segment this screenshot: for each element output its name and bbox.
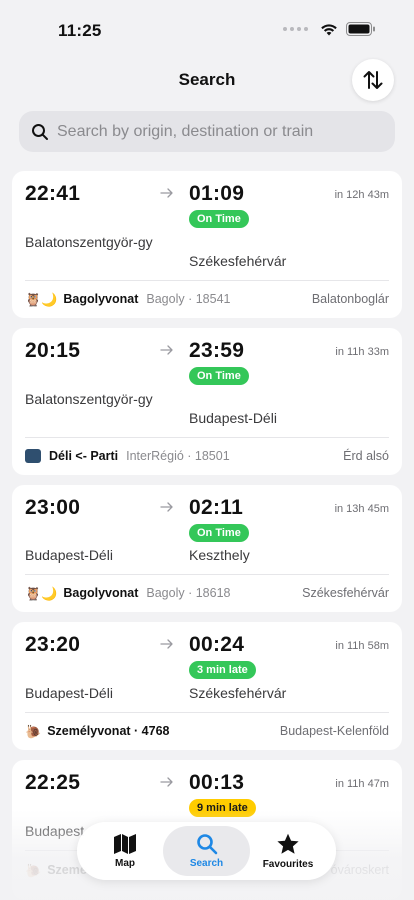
status-time: 11:25: [58, 21, 102, 40]
search-icon: [32, 123, 48, 140]
train-destination: óvároskert: [330, 863, 389, 877]
arrival-time: 00:13: [189, 771, 245, 794]
owl-moon-icon: 🦉🌙: [25, 585, 58, 601]
divider: [25, 437, 389, 438]
train-destination: Balatonboglár: [311, 292, 389, 306]
eta-label: in 12h 43m: [334, 189, 389, 201]
tab-label: Favourites: [262, 858, 314, 870]
train-number: Bagoly · 18618: [146, 586, 231, 600]
train-info: 🦉🌙 Bagolyvonat Bagoly · 18541 Balatonbog…: [25, 289, 389, 309]
train-destination: Érd alsó: [343, 449, 389, 463]
train-name: Déli <- Parti: [49, 449, 119, 463]
status-bar: 11:25: [0, 0, 414, 60]
tab-label: Map: [115, 858, 135, 869]
train-destination: Székesfehérvár: [302, 586, 389, 600]
arrival-time: 00:24: [189, 633, 245, 656]
departure-time: 20:15: [25, 339, 81, 362]
status-badge: On Time: [189, 210, 249, 228]
origin-station: Balatonszentgyör-gy: [25, 234, 153, 250]
arrow-right-icon: [160, 639, 173, 649]
arrow-right-icon: [160, 502, 173, 512]
tab-bar: Map Search Favourites: [77, 822, 336, 880]
train-info: 🐌 Személyvonat · 4768 Budapest-Kelenföld: [25, 721, 389, 741]
train-number: InterRégió · 18501: [126, 449, 230, 463]
destination-station: Székesfehérvár: [189, 253, 287, 269]
tab-label: Search: [189, 858, 224, 869]
eta-label: in 11h 58m: [335, 640, 389, 652]
snail-icon: 🐌: [25, 862, 42, 878]
arrow-right-icon: [160, 777, 173, 787]
destination-station: Budapest-Déli: [189, 410, 277, 426]
owl-moon-icon: 🦉🌙: [25, 291, 58, 307]
swap-direction-button[interactable]: [352, 59, 394, 101]
signal-dots-icon: [283, 27, 308, 31]
origin-station: Balatonszentgyör-gy: [25, 391, 153, 407]
arrow-right-icon: [160, 345, 173, 355]
search-icon: [196, 834, 217, 855]
destination-station: Keszthely: [189, 547, 250, 563]
eta-label: in 11h 33m: [335, 346, 389, 358]
train-name: Bagolyvonat: [63, 292, 139, 306]
tab-favourites[interactable]: Favourites: [250, 826, 326, 876]
connection-card[interactable]: 23:20 00:24 in 11h 58m 3 min late Budape…: [12, 622, 402, 750]
status-badge: On Time: [189, 524, 249, 542]
train-number: Bagoly · 18541: [146, 292, 231, 306]
departure-time: 23:20: [25, 633, 81, 656]
tab-map[interactable]: Map: [87, 826, 163, 876]
arrow-right-icon: [160, 188, 173, 198]
arrival-time: 02:11: [189, 496, 244, 519]
star-icon: [277, 833, 299, 854]
train-name: Bagolyvonat: [63, 586, 139, 600]
arrival-time: 23:59: [189, 339, 245, 362]
map-icon: [114, 834, 136, 854]
train-name: Személyvonat · 4768: [47, 724, 170, 738]
train-info: 🦉🌙 Bagolyvonat Bagoly · 18618 Székesfehé…: [25, 583, 389, 603]
swap-arrows-icon: [363, 71, 383, 89]
wifi-icon: [321, 23, 337, 35]
connection-card[interactable]: 23:00 02:11 in 13h 45m On Time Budapest-…: [12, 485, 402, 612]
intercity-train-icon: [25, 449, 41, 463]
connection-card[interactable]: 22:41 01:09 in 12h 43m On Time Balatonsz…: [12, 171, 402, 318]
search-input[interactable]: [57, 122, 377, 141]
origin-station: Budapest-Déli: [25, 685, 113, 701]
tab-search[interactable]: Search: [163, 826, 250, 876]
arrival-time: 01:09: [189, 182, 245, 205]
train-info: Déli <- Parti InterRégió · 18501 Érd als…: [25, 446, 389, 466]
eta-label: in 11h 47m: [335, 778, 389, 790]
departure-time: 23:00: [25, 496, 81, 519]
status-badge: 3 min late: [189, 661, 256, 679]
search-bar[interactable]: [19, 111, 395, 152]
divider: [25, 280, 389, 281]
departure-time: 22:25: [25, 771, 81, 794]
divider: [25, 712, 389, 713]
origin-station: Budapest-Déli: [25, 547, 113, 563]
battery-icon: [346, 22, 375, 36]
destination-station: Székesfehérvár: [189, 685, 287, 701]
connection-card[interactable]: 20:15 23:59 in 11h 33m On Time Balatonsz…: [12, 328, 402, 475]
train-destination: Budapest-Kelenföld: [279, 724, 389, 738]
snail-icon: 🐌: [25, 723, 42, 739]
departure-time: 22:41: [25, 182, 81, 205]
eta-label: in 13h 45m: [334, 503, 389, 515]
divider: [25, 574, 389, 575]
status-icons: [283, 22, 376, 36]
status-badge: On Time: [189, 367, 249, 385]
status-badge: 9 min late: [189, 799, 256, 817]
